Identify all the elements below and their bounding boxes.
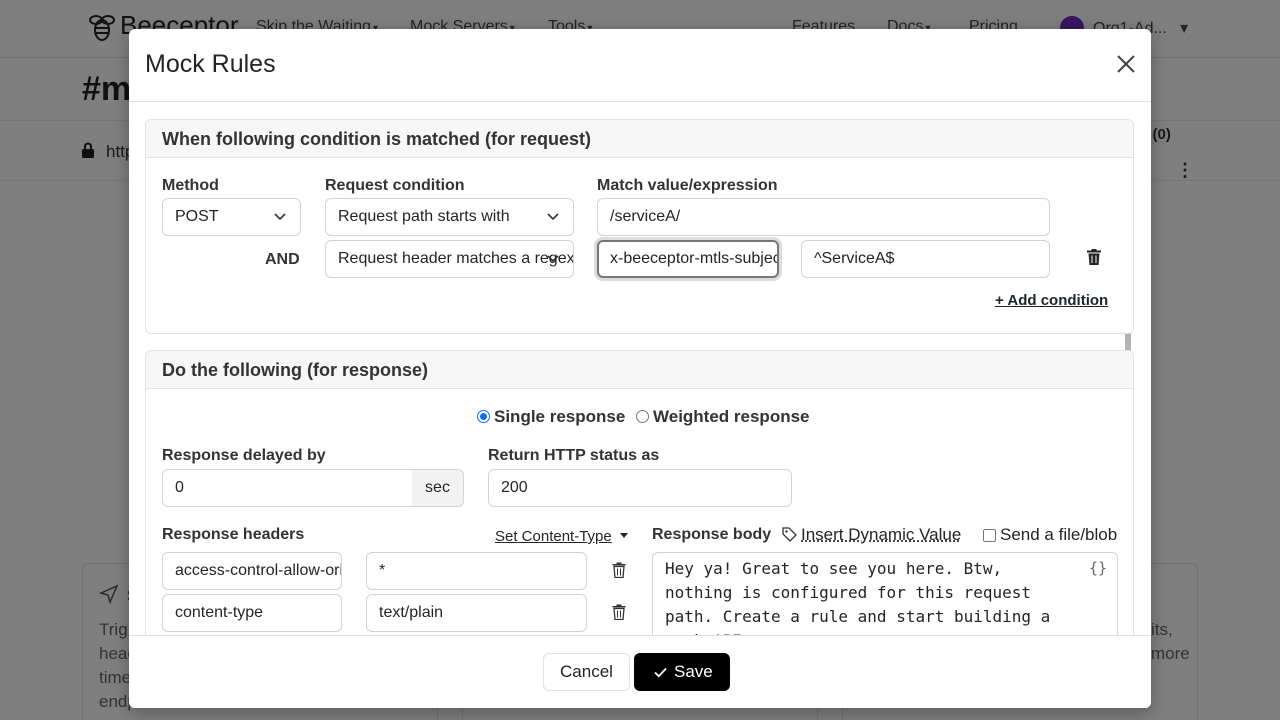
- save-button[interactable]: Save: [634, 653, 730, 691]
- match-value-label: Match value/expression: [597, 177, 778, 195]
- response-body-label: Response body: [652, 526, 771, 544]
- method-select[interactable]: POST: [162, 198, 301, 236]
- cancel-button[interactable]: Cancel: [543, 653, 630, 691]
- request-card-title: When following condition is matched (for…: [162, 129, 591, 150]
- modal-body[interactable]: When following condition is matched (for…: [129, 103, 1151, 635]
- header-name-field[interactable]: content-type: [162, 594, 342, 632]
- weighted-response-radio[interactable]: [636, 410, 649, 423]
- match-value-input-1[interactable]: /serviceA/: [597, 198, 1050, 236]
- response-card-header: Do the following (for response): [146, 351, 1133, 389]
- modal-header: Mock Rules: [129, 29, 1151, 102]
- tag-icon: [782, 527, 797, 542]
- request-condition-label: Request condition: [325, 177, 465, 195]
- check-icon: [654, 667, 667, 678]
- modal-footer: Cancel Save: [129, 635, 1151, 708]
- set-content-type-dropdown[interactable]: Set Content-Type: [495, 528, 628, 545]
- delete-header-icon[interactable]: [612, 604, 626, 620]
- method-label: Method: [162, 177, 219, 195]
- delay-input[interactable]: 0: [162, 469, 413, 507]
- chevron-down-icon: [547, 254, 559, 264]
- close-icon[interactable]: [1113, 51, 1139, 77]
- modal-title: Mock Rules: [145, 50, 276, 79]
- request-card-header: When following condition is matched (for…: [146, 120, 1133, 158]
- single-response-label[interactable]: Single response: [494, 407, 625, 427]
- response-card-title: Do the following (for response): [162, 360, 428, 381]
- send-file-label[interactable]: Send a file/blob: [1000, 525, 1117, 545]
- chevron-down-icon: [274, 212, 286, 222]
- header-value-field[interactable]: text/plain: [366, 594, 587, 632]
- status-label: Return HTTP status as: [488, 447, 659, 465]
- delete-header-icon[interactable]: [612, 562, 626, 578]
- and-label: AND: [265, 251, 300, 269]
- response-card: Do the following (for response) Single r…: [145, 350, 1134, 635]
- send-file-checkbox[interactable]: [983, 529, 996, 542]
- response-body-textarea[interactable]: Hey ya! Great to see you here. Btw, noth…: [652, 552, 1118, 635]
- braces-icon[interactable]: {}: [1089, 559, 1107, 577]
- request-condition-card: When following condition is matched (for…: [145, 119, 1134, 334]
- condition-select-2[interactable]: Request header matches a regex: [325, 240, 574, 278]
- single-response-radio[interactable]: [477, 410, 490, 423]
- delete-condition-icon[interactable]: [1087, 249, 1101, 265]
- status-input[interactable]: 200: [488, 469, 792, 507]
- header-name-field[interactable]: access-control-allow-origin: [162, 552, 342, 590]
- condition-select-1[interactable]: Request path starts with: [325, 198, 574, 236]
- mock-rules-modal: Mock Rules When following condition is m…: [129, 29, 1151, 708]
- header-value-field[interactable]: *: [366, 552, 587, 590]
- response-headers-label: Response headers: [162, 526, 304, 544]
- delay-label: Response delayed by: [162, 447, 326, 465]
- insert-dynamic-value-link[interactable]: Insert Dynamic Value: [801, 525, 961, 545]
- delay-unit: sec: [412, 469, 464, 507]
- header-regex-input[interactable]: ^ServiceA$: [801, 240, 1050, 278]
- add-condition-link[interactable]: + Add condition: [995, 292, 1108, 309]
- chevron-down-icon: [547, 212, 559, 222]
- weighted-response-label[interactable]: Weighted response: [653, 407, 810, 427]
- header-name-input[interactable]: x-beeceptor-mtls-subject: [597, 240, 779, 278]
